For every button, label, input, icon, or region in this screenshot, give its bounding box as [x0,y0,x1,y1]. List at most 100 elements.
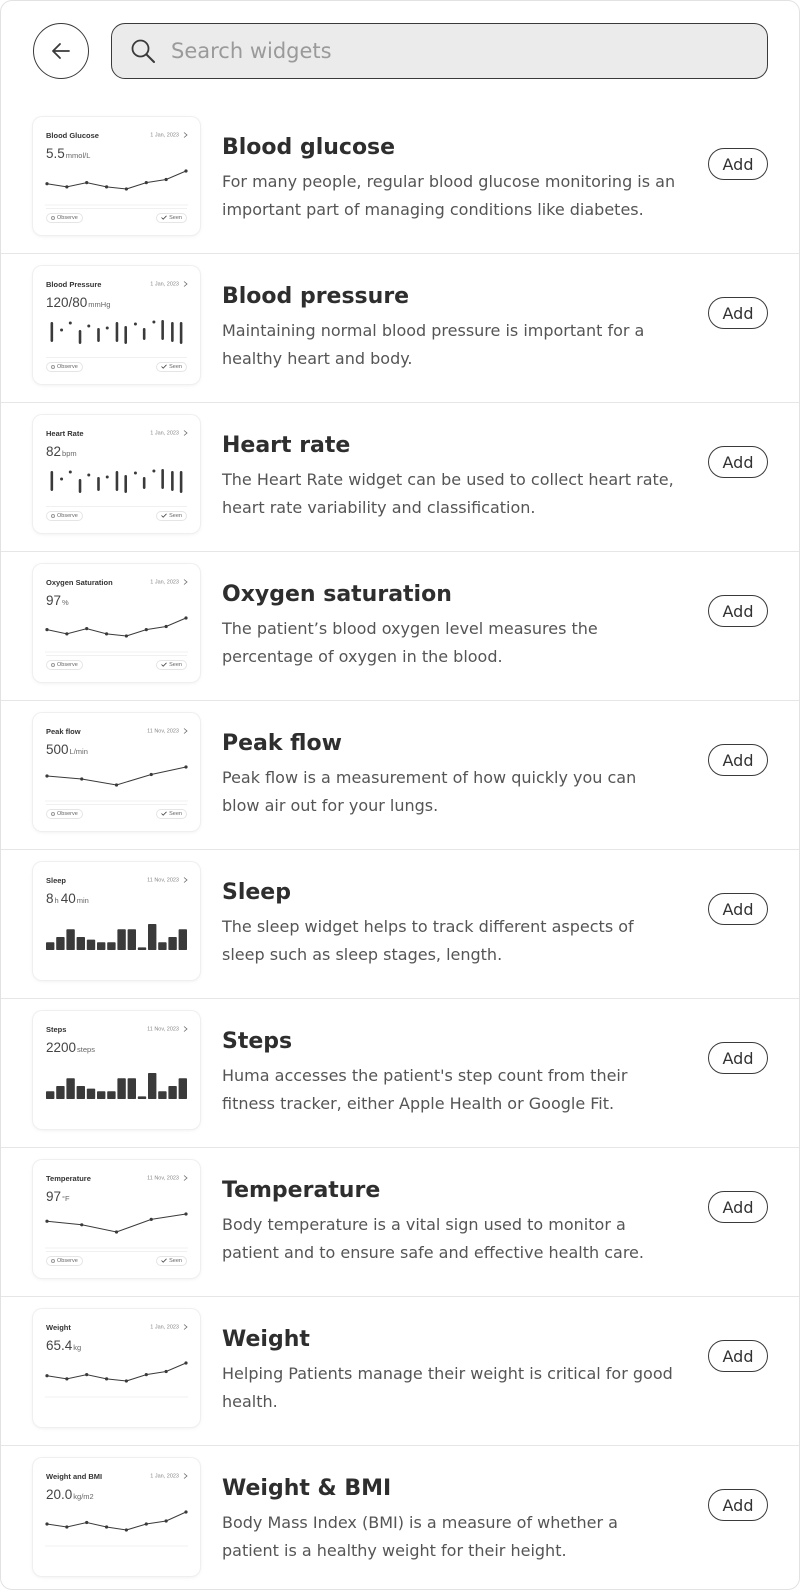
card-date-text: 11 Nov, 2023 [147,877,179,884]
card-date-text: 11 Nov, 2023 [147,1175,179,1182]
card-value: 20.0kg/m2 [46,1487,94,1502]
check-icon [161,811,167,816]
widget-row: Weight 1 Jan, 2023 65.4kg Weight Helping Pat… [1,1297,799,1446]
bar [117,929,126,950]
widget-title: Sleep [222,880,291,905]
back-button[interactable] [33,23,89,79]
card-chart [45,616,188,653]
add-widget-button[interactable]: Add [708,744,768,776]
range-bar [124,326,128,344]
add-widget-button[interactable]: Add [708,595,768,627]
card-value: 500L/min [46,742,88,757]
widget-preview-card: Steps 11 Nov, 2023 2200steps [33,1011,200,1129]
trend-point [104,632,109,636]
trend-point [114,783,119,787]
trend-point [104,1377,109,1381]
add-widget-button[interactable]: Add [708,1489,768,1521]
add-widget-button[interactable]: Add [708,1191,768,1223]
trend-point [184,765,188,769]
observe-pill: Observe [46,511,83,521]
range-bar [171,471,174,491]
range-point [60,328,64,332]
card-date-text: 1 Jan, 2023 [150,132,179,139]
card-value-number: 20.0 [46,1487,73,1502]
add-widget-button[interactable]: Add [708,297,768,329]
card-chart [50,469,183,493]
card-title: Weight [46,1323,71,1332]
trend-point [65,632,69,636]
card-date-text: 1 Jan, 2023 [150,281,179,288]
trend-point [45,1219,49,1223]
range-point [60,477,64,481]
card-chart [46,924,187,950]
card-value: 82bpm [46,444,77,459]
widget-picker-screen: Blood Glucose 1 Jan, 2023 5.5mmol/L Observe… [0,0,800,1590]
widget-preview-card: Sleep 11 Nov, 2023 8h 40min [33,862,200,980]
bar [158,942,167,950]
check-icon [161,662,167,667]
range-bar [161,320,164,340]
card-footer: Observe Seen [46,1251,187,1266]
trend-point [104,185,109,189]
trend-point [80,1223,84,1227]
bar [46,942,55,950]
card-chart [50,320,183,344]
card-value: 5.5mmol/L [46,146,90,161]
card-date: 1 Jan, 2023 [150,1473,188,1479]
bar [86,1088,96,1099]
check-icon [161,215,167,220]
trend-point [85,1520,89,1525]
trend-point [124,634,129,638]
range-point [68,470,72,474]
widget-title: Blood glucose [222,135,396,160]
search-input[interactable] [171,24,767,78]
widget-title: Weight & BMI [222,1476,392,1501]
search-bar[interactable] [111,23,768,79]
widget-preview-card: Weight 1 Jan, 2023 65.4kg [33,1309,200,1427]
card-title: Peak flow [46,727,81,736]
add-widget-button[interactable]: Add [708,1340,768,1372]
trend-point [144,181,148,185]
card-date-text: 11 Nov, 2023 [147,728,179,735]
widget-preview-card: Temperature 11 Nov, 2023 97°F Observe Seen [33,1160,200,1278]
card-value-number: 82 [46,444,62,459]
observe-pill: Observe [46,809,83,819]
observe-pill: Observe [46,660,83,670]
add-widget-button[interactable]: Add [708,148,768,180]
add-widget-button[interactable]: Add [708,1042,768,1074]
bar [76,1086,85,1099]
observe-pill: Observe [46,1256,83,1266]
card-value-unit: % [62,598,69,607]
add-widget-button[interactable]: Add [708,893,768,925]
card-value: 120/80mmHg [46,295,110,310]
widget-title: Steps [222,1029,293,1054]
widget-description: Maintaining normal blood pressure is imp… [222,321,645,368]
trend-point [164,1519,168,1523]
card-value-minutes: 40 [60,891,76,906]
widget-title: Blood pressure [222,284,410,309]
observe-label: Observe [57,811,78,817]
range-bar [78,479,82,493]
widget-row: Steps 11 Nov, 2023 2200steps Steps Huma acce… [1,999,799,1148]
card-value-unit: min [76,896,89,905]
seen-label: Seen [169,811,182,817]
widget-row: Heart Rate 1 Jan, 2023 82bpm Observe Seen Hea… [1,403,799,552]
bar [127,1078,136,1099]
card-date: 11 Nov, 2023 [147,728,188,734]
trend-point [164,1369,168,1374]
seen-pill: Seen [156,1256,187,1266]
trend-point [164,177,168,182]
chevron-right-icon [183,430,188,436]
observe-label: Observe [57,513,78,519]
card-date-text: 1 Jan, 2023 [150,579,179,586]
chevron-right-icon [183,1026,188,1032]
range-point [68,321,72,325]
card-footer: Observe Seen [46,357,187,372]
card-chart [45,1510,188,1547]
bar [168,1086,177,1099]
trend-point [104,1525,109,1529]
add-widget-button[interactable]: Add [708,446,768,478]
trend-point [144,628,148,632]
card-value: 2200steps [46,1040,95,1055]
card-value: 97°F [46,1189,70,1204]
